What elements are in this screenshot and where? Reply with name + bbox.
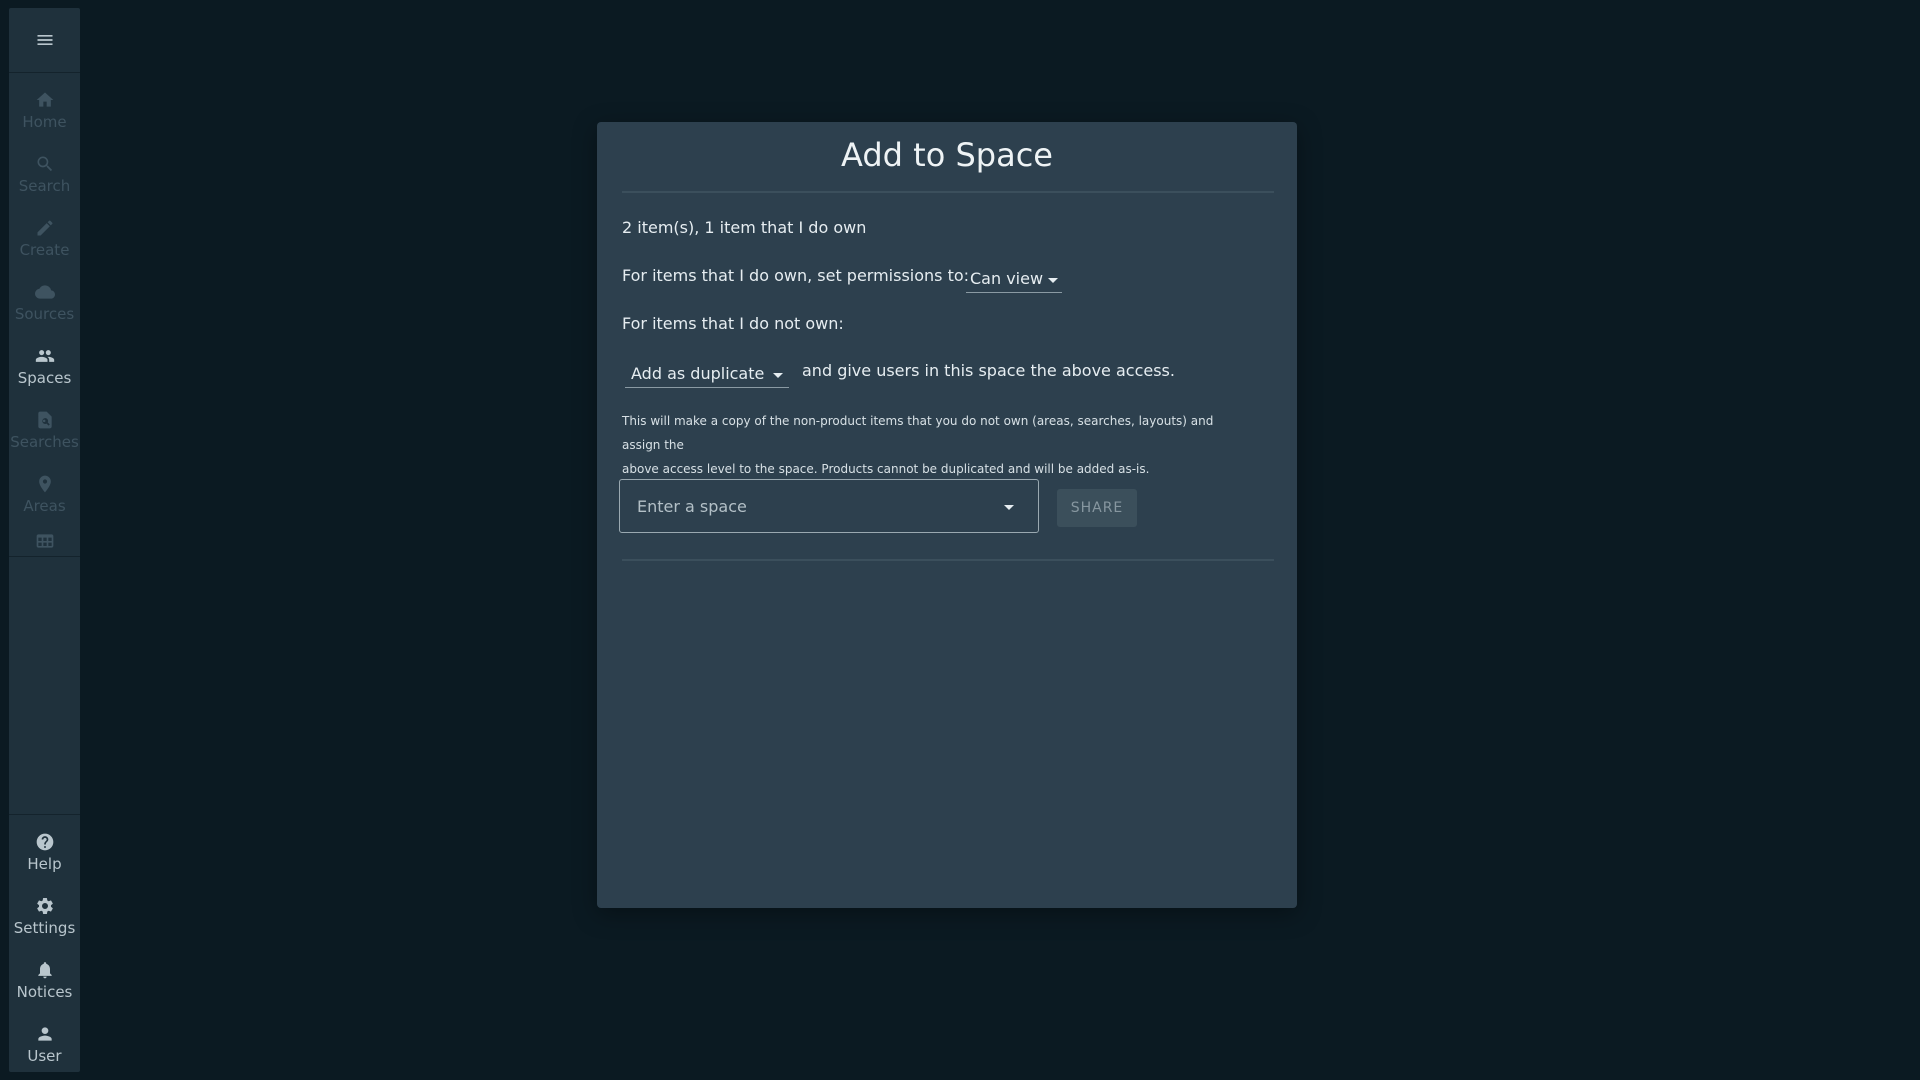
permission-select[interactable]: Can view: [966, 265, 1062, 293]
user-icon: [37, 1026, 52, 1041]
space-input[interactable]: [635, 495, 999, 517]
sidebar-item-searches[interactable]: Searches: [9, 398, 80, 462]
layout-icon: [36, 534, 53, 548]
sidebar-item-create[interactable]: Create: [9, 206, 80, 270]
sidebar-item-search[interactable]: Search: [9, 142, 80, 206]
people-icon: [35, 349, 54, 362]
sidebar-item-spaces[interactable]: Spaces: [9, 334, 80, 398]
sidebar-item-label: Areas: [23, 496, 66, 515]
duplicate-access-text: and give users in this space the above a…: [802, 361, 1175, 380]
add-to-space-dialog: Add to Space 2 item(s), 1 item that I do…: [597, 122, 1297, 908]
sidebar-item-label: Settings: [13, 918, 76, 937]
sidebar-item-label: Home: [22, 112, 67, 131]
sidebar-item-help[interactable]: Help: [9, 820, 80, 884]
items-summary: 2 item(s), 1 item that I do own: [622, 218, 867, 237]
sidebar-item-label: User: [27, 1046, 62, 1065]
sidebar-item-user[interactable]: User: [9, 1012, 80, 1076]
duplicate-select[interactable]: Add as duplicate: [625, 360, 789, 388]
share-button[interactable]: SHARE: [1057, 489, 1137, 527]
space-select[interactable]: [619, 479, 1039, 533]
chevron-down-icon[interactable]: [1004, 505, 1014, 510]
chevron-down-icon: [773, 373, 783, 378]
sidebar-item-label: Sources: [14, 304, 75, 323]
bell-icon: [37, 961, 52, 978]
sidebar-nav: Home Search Create Sources Spaces Search…: [9, 8, 80, 1072]
saved-search-icon: [37, 411, 52, 428]
not-owned-label: For items that I do not own:: [622, 314, 844, 333]
sidebar-item-home[interactable]: Home: [9, 78, 80, 142]
sidebar-item-notices[interactable]: Notices: [9, 948, 80, 1012]
duplicate-note-line: This will make a copy of the non-product…: [622, 414, 1214, 452]
dialog-title: Add to Space: [841, 136, 1053, 174]
divider: [9, 814, 80, 815]
menu-icon: [37, 35, 52, 45]
location-pin-icon: [38, 475, 51, 492]
search-icon: [37, 156, 52, 171]
menu-button[interactable]: [9, 8, 80, 72]
sidebar-item-label: Create: [19, 240, 70, 259]
permission-select-value: Can view: [970, 269, 1044, 288]
duplicate-note-line: above access level to the space. Product…: [622, 462, 1150, 476]
divider: [622, 559, 1274, 561]
sidebar-item-sources[interactable]: Sources: [9, 270, 80, 334]
sidebar-item-label: Notices: [16, 982, 73, 1001]
help-icon: [36, 833, 53, 850]
home-icon: [36, 92, 53, 107]
sidebar-item-label: Search: [18, 176, 71, 195]
duplicate-note: This will make a copy of the non-product…: [622, 409, 1252, 481]
sidebar-item-label: Searches: [10, 432, 79, 451]
pencil-icon: [37, 219, 53, 235]
sidebar-item-label: Spaces: [17, 368, 72, 387]
sidebar-item-label: Help: [27, 854, 62, 873]
owned-permissions-label: For items that I do own, set permissions…: [622, 266, 970, 285]
gear-icon: [36, 897, 53, 914]
divider: [9, 556, 80, 557]
divider: [9, 72, 80, 73]
divider: [622, 191, 1274, 193]
cloud-icon: [34, 284, 55, 299]
sidebar-item-layouts[interactable]: [9, 516, 80, 566]
duplicate-select-value: Add as duplicate: [631, 364, 765, 383]
sidebar-item-settings[interactable]: Settings: [9, 884, 80, 948]
chevron-down-icon: [1048, 278, 1058, 283]
